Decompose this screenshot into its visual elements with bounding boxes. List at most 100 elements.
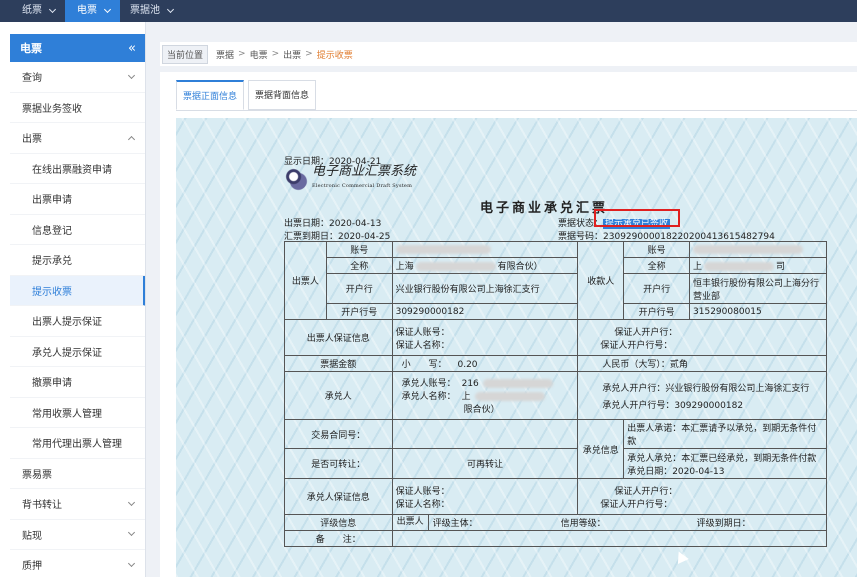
drawer-bank-no-label: 开户行号 [325, 303, 393, 320]
collapse-icon[interactable]: « [128, 41, 136, 56]
tab-bill-front[interactable]: 票据正面信息 [176, 80, 245, 110]
chevron-down-icon [127, 498, 136, 506]
chevron-down-icon [166, 5, 175, 14]
sidebar-item-label: 背书转让 [22, 500, 62, 512]
rating-values: 出票人 评级主体： 信用等级： 评级到期日： [391, 514, 828, 531]
sidebar-item[interactable]: 在线出票融资申请 [10, 154, 145, 184]
bill-table: 出票人 账号 收款人 账号 全称 上海 有限合伙） 全称 上司 开户行 兴业银行股… [284, 241, 828, 547]
sidebar-item-label: 撤票申请 [32, 378, 72, 390]
chevron-down-icon [127, 559, 136, 567]
sidebar-item-label: 出票申请 [32, 195, 72, 207]
acceptor-promise: 承兑人承兑：本汇票已经承兑，到期无条件付款 承兑日期：2020-04-13 [623, 448, 827, 479]
drawer-bank-label: 开户行 [325, 273, 393, 304]
acceptor-guarantee-label: 承兑人保证信息 [284, 478, 393, 515]
acceptor-right: 承兑人开户行：兴业银行股份有限公司上海徐汇支行 承兑人开户行号：30929000… [577, 371, 827, 420]
sidebar-item[interactable]: 贴现 [10, 520, 145, 550]
sidebar-item[interactable]: 撤票申请 [10, 367, 145, 398]
accept-info-label: 承兑信息 [577, 419, 625, 479]
table-row: 承兑人 承兑人账号： 216 承兑人名称： 上 限合伙） 承兑人开户行：兴业银行股份… [284, 371, 827, 420]
drawer-name-prefix: 上海 [395, 262, 414, 272]
sidebar-item-label: 贴现 [22, 530, 42, 542]
acceptor-name-suffix: 限合伙） [463, 405, 500, 415]
amount-big: 人民币（大写）：贰角 [577, 355, 827, 372]
table-row: 出票人保证信息 保证人账号： 保证人名称： 保证人开户行： 保证人开户行号： [284, 319, 827, 356]
breadcrumb-item[interactable]: 电票 [250, 48, 268, 61]
payee-name-prefix: 上 [693, 262, 703, 272]
guarantor-bank-no-label: 保证人开户行号： [600, 499, 673, 510]
topnav-paper[interactable]: 纸票 [0, 0, 65, 22]
amount-big-value: 贰角 [669, 360, 688, 370]
sidebar-item-label: 票易票 [22, 469, 52, 481]
topnav-pool[interactable]: 票据池 [120, 0, 183, 22]
payee-name-suffix: 司 [776, 262, 786, 272]
sidebar-item[interactable]: 票据业务签收 [10, 93, 145, 123]
acceptor-bank-no-label: 承兑人开户行号： [602, 400, 675, 411]
amount-small-label: 小 写： [401, 360, 447, 370]
sidebar-item[interactable]: 质押 [10, 550, 145, 577]
tab-bill-back[interactable]: 票据背面信息 [248, 80, 317, 110]
drawer-guarantee-right: 保证人开户行： 保证人开户行号： [577, 319, 827, 356]
sidebar-header: 电票 « [10, 34, 145, 62]
guarantor-bank-label: 保证人开户行： [614, 486, 678, 497]
table-row: 承兑人保证信息 保证人账号： 保证人名称： 保证人开户行： 保证人开户行号： [284, 478, 827, 515]
sidebar-item[interactable]: 提示承兑 [10, 245, 145, 276]
payee-name-value: 上司 [689, 257, 827, 274]
sidebar-item-label: 在线出票融资申请 [32, 164, 112, 176]
chevron-down-icon [103, 5, 112, 14]
sidebar-item[interactable]: 查询 [10, 62, 145, 93]
table-row: 票据金额 小 写： 0.20 人民币（大写）：贰角 [284, 355, 827, 372]
breadcrumb-current-label: 当前位置 [162, 44, 209, 64]
sidebar-item[interactable]: 信息登记 [10, 215, 145, 245]
chevron-down-icon [48, 5, 57, 14]
rating-grade-label: 信用等级： [560, 519, 606, 529]
tab-divider [176, 110, 857, 111]
sidebar-item-label: 出票人提示保证 [32, 317, 102, 329]
acceptor-name-label: 承兑人名称： [401, 392, 456, 402]
drawer-account-label: 账号 [325, 241, 393, 258]
drawer-label: 出票人 [284, 241, 327, 320]
sidebar-item[interactable]: 背书转让 [10, 489, 145, 520]
remark-label: 备 注： [284, 530, 393, 547]
drawer-name-suffix: 有限合伙） [497, 262, 543, 272]
sidebar-item[interactable]: 常用代理出票人管理 [10, 428, 145, 459]
payee-bank-value: 恒丰银行股份有限公司上海分行营业部 [689, 273, 827, 304]
guarantor-bank-label: 保证人开户行： [614, 327, 678, 338]
sidebar-item[interactable]: 承兑人提示保证 [10, 337, 145, 367]
drawer-account-value [391, 241, 579, 258]
bill-title: 电子商业承兑汇票 [480, 201, 609, 216]
table-row: 评级信息 出票人 评级主体： 信用等级： 评级到期日： [284, 514, 828, 531]
top-nav: 纸票 电票 票据池 [0, 0, 857, 22]
transferable-value: 可再转让 [391, 448, 579, 479]
sidebar-item[interactable]: 票易票 [10, 459, 145, 489]
topnav-pool-label: 票据池 [130, 5, 160, 16]
sidebar-item[interactable]: 常用收票人管理 [10, 398, 145, 428]
acceptor-guarantee-left: 保证人账号： 保证人名称： [391, 478, 579, 515]
guarantor-bank-no-label: 保证人开户行号： [600, 340, 673, 351]
table-row: 备 注： [284, 530, 828, 547]
drawer-bank-value: 兴业银行股份有限公司上海徐汇支行 [391, 273, 579, 304]
breadcrumb: 当前位置 票据 > 电票 > 出票 > 提示收票 [160, 42, 857, 66]
breadcrumb-separator: > [238, 49, 246, 59]
sidebar: 电票 « 查询票据业务签收 出票在线出票融资申请 出票申请信息登记提示承兑 提示收票出… [0, 22, 146, 577]
table-row: 出票人 账号 收款人 账号 [284, 241, 827, 320]
sidebar-item-label: 查询 [22, 73, 42, 85]
topnav-paper-label: 纸票 [22, 5, 42, 16]
breadcrumb-item[interactable]: 票据 [216, 48, 234, 61]
sidebar-item-label: 信息登记 [32, 225, 72, 237]
payee-bank-label: 开户行 [623, 273, 691, 304]
rating-drawer: 出票人 [393, 515, 429, 530]
topnav-ebill[interactable]: 电票 [65, 0, 120, 22]
sidebar-item[interactable]: 出票人提示保证 [10, 306, 145, 337]
breadcrumb-item[interactable]: 出票 [283, 48, 301, 61]
sidebar-item[interactable]: 提示收票 [10, 275, 145, 306]
issue-date: 出票日期：2020-04-13 [284, 219, 382, 229]
payee-account-label: 账号 [623, 241, 691, 258]
table-row: 开户行号 309290000182 开户行号 315290080015 [285, 303, 827, 320]
payee-label: 收款人 [577, 241, 625, 320]
redacted-text [474, 392, 545, 401]
acceptor-account-value: 216 [461, 379, 479, 389]
rating-subject-label: 评级主体： [432, 519, 478, 529]
sidebar-item[interactable]: 出票申请 [10, 184, 145, 215]
accept-date: 承兑日期：2020-04-13 [627, 466, 725, 477]
sidebar-item[interactable]: 出票 [10, 123, 145, 154]
